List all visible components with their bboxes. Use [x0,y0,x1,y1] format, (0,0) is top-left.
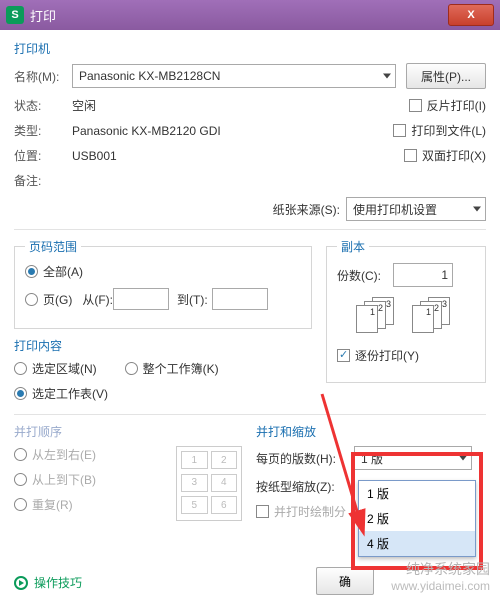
order-repeat-label: 重复(R) [32,496,73,513]
type-value: Panasonic KX-MB2120 GDI [72,124,221,138]
what-workbook-label: 整个工作簿(K) [143,360,219,377]
collate-checkbox[interactable]: ✓ [337,349,350,362]
range-all-radio[interactable] [25,265,38,278]
status-value: 空闲 [72,97,96,114]
window-title: 打印 [30,6,448,25]
to-input[interactable] [212,288,268,310]
order-lr-radio [14,448,27,461]
duplex-checkbox[interactable] [404,149,417,162]
what-selection-label: 选定区域(N) [32,360,97,377]
order-repeat-radio [14,498,27,511]
name-label: 名称(M): [14,68,72,85]
what-section: 打印内容 [14,337,312,354]
close-button[interactable]: X [448,4,494,26]
range-all-label: 全部(A) [43,263,83,280]
chevron-down-icon [383,74,391,79]
app-icon: S [6,6,24,24]
type-label: 类型: [14,122,72,139]
count-spinner[interactable]: 1 [393,263,453,287]
paper-source-select[interactable]: 使用打印机设置 [346,197,486,221]
tofile-label: 打印到文件(L) [411,122,486,139]
border-checkbox [256,505,269,518]
what-sheets-label: 选定工作表(V) [32,385,108,402]
copies-section: 副本 [337,238,369,255]
order-lr-label: 从左到右(E) [32,446,96,463]
from-label: 从(F): [82,291,113,308]
properties-button[interactable]: 属性(P)... [406,63,486,89]
watermark: 纯净系统家园 www.yidaimei.com [391,559,490,593]
tofile-checkbox[interactable] [393,124,406,137]
order-tb-radio [14,473,27,486]
reverse-label: 反片打印(I) [427,97,486,114]
duplex-label: 双面打印(X) [422,147,486,164]
what-selection-radio[interactable] [14,362,27,375]
annotation-arrow-icon [310,390,380,540]
printer-name-value: Panasonic KX-MB2128CN [79,69,220,83]
copies-group: 副本 份数(C): 1 321 321 ✓ 逐份打印(Y) [326,238,486,383]
ok-button[interactable]: 确 [316,567,374,595]
chevron-down-icon [473,207,481,212]
range-pages-label: 页(G) [43,291,72,308]
range-pages-radio[interactable] [25,293,38,306]
collate-label: 逐份打印(Y) [355,347,419,364]
order-section: 并打顺序 [14,423,242,440]
order-preview: 123456 [176,446,242,521]
where-value: USB001 [72,149,117,163]
printer-section: 打印机 [14,40,486,57]
comment-label: 备注: [14,172,72,189]
order-tb-label: 从上到下(B) [32,471,96,488]
what-workbook-radio[interactable] [125,362,138,375]
reverse-checkbox[interactable] [409,99,422,112]
range-section: 页码范围 [25,238,81,255]
range-group: 页码范围 全部(A) 页(G) 从(F): 到(T): [14,238,312,329]
tips-link[interactable]: 操作技巧 [14,574,82,591]
what-sheets-radio[interactable] [14,387,27,400]
where-label: 位置: [14,147,72,164]
status-label: 状态: [14,97,72,114]
count-value: 1 [441,268,448,282]
printer-name-select[interactable]: Panasonic KX-MB2128CN [72,64,396,88]
to-label: 到(T): [177,291,208,308]
play-icon [14,576,28,590]
collate-illustration: 321 321 [337,297,475,333]
tips-label: 操作技巧 [34,574,82,591]
source-label: 纸张来源(S): [273,201,340,218]
from-input[interactable] [113,288,169,310]
paper-source-value: 使用打印机设置 [353,201,437,218]
count-label: 份数(C): [337,267,381,284]
